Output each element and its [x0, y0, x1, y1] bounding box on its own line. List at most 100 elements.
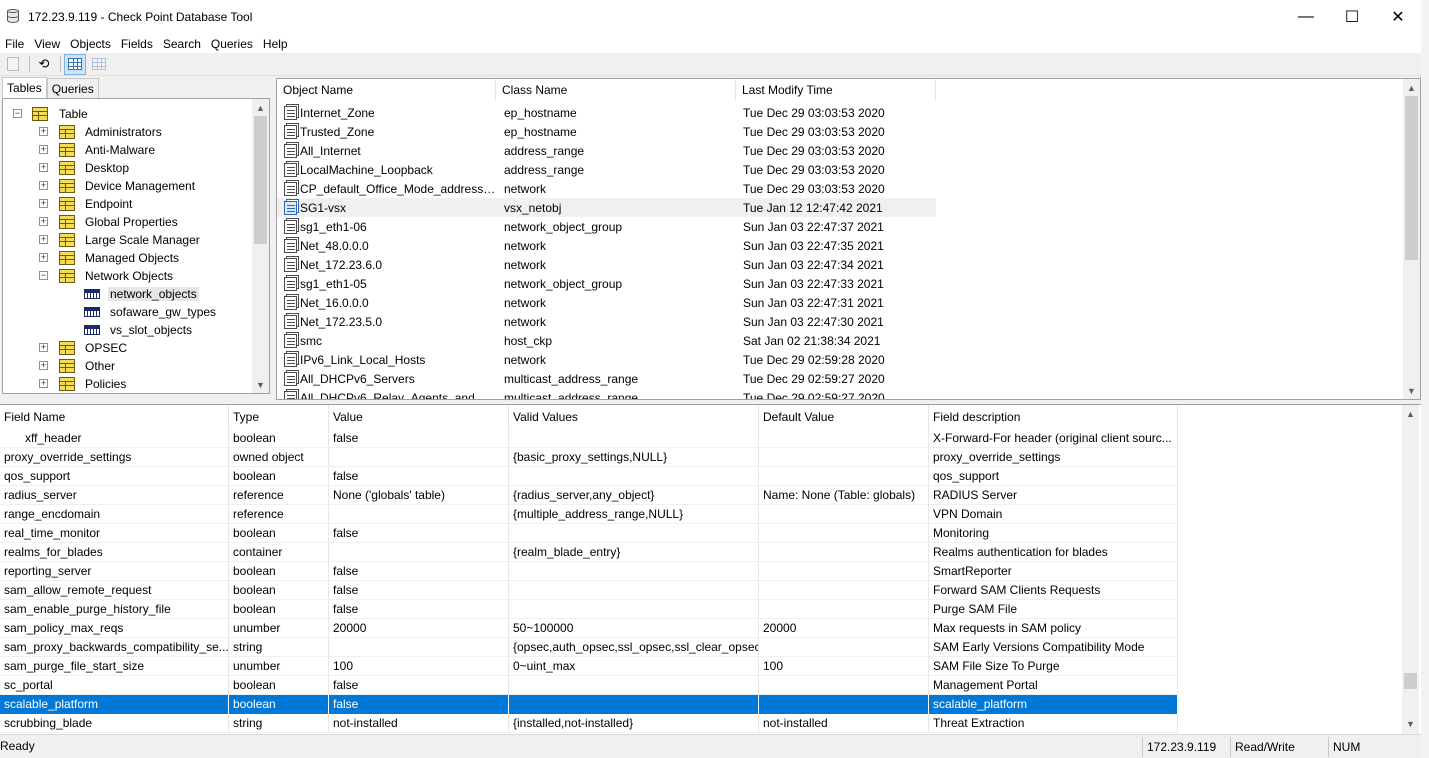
expand-icon[interactable]: + — [39, 127, 48, 136]
table-row[interactable]: sg1_eth1-05 network_object_group Sun Jan 0… — [277, 274, 936, 293]
table-row[interactable]: All_DHCPv6_Servers multicast_address_rang… — [277, 369, 936, 388]
col-value[interactable]: Value — [329, 405, 509, 429]
table-row[interactable]: Net_48.0.0.0 network Sun Jan 03 22:47:35 2… — [277, 236, 936, 255]
col-object-name[interactable]: Object Name — [277, 79, 496, 101]
table-row[interactable]: realms_for_blades container {realm_blade_e… — [0, 542, 1178, 562]
tree-item[interactable]: sofaware_gw_types — [3, 303, 251, 321]
expand-icon[interactable]: + — [39, 181, 48, 190]
table-row[interactable]: All_DHCPv6_Relay_Agents_and_Ser... multic… — [277, 388, 936, 399]
scroll-up-icon[interactable]: ▲ — [252, 99, 269, 116]
scroll-down-icon[interactable]: ▼ — [1403, 382, 1420, 399]
expand-icon[interactable]: + — [39, 217, 48, 226]
col-valid-values[interactable]: Valid Values — [509, 405, 759, 429]
alt-grid-view-button[interactable] — [88, 54, 110, 75]
menu-objects[interactable]: Objects — [68, 37, 119, 51]
tree-item[interactable]: + Policies — [3, 375, 251, 393]
table-row[interactable]: sam_enable_purge_history_file boolean fals… — [0, 599, 1178, 619]
table-row[interactable]: sg1_eth1-06 network_object_group Sun Jan 0… — [277, 217, 936, 236]
scroll-thumb[interactable] — [1404, 673, 1417, 689]
table-row[interactable]: real_time_monitor boolean false Monitoring — [0, 523, 1178, 543]
col-field-description[interactable]: Field description — [929, 405, 1178, 429]
scroll-up-icon[interactable]: ▲ — [1402, 405, 1419, 422]
tab-tables[interactable]: Tables — [2, 77, 47, 98]
menu-file[interactable]: File — [3, 37, 32, 51]
table-row[interactable]: radius_server reference None ('globals' ta… — [0, 485, 1178, 505]
table-row[interactable]: scalable_platform boolean false scalable_pl… — [0, 694, 1178, 714]
tree-item[interactable]: vs_slot_objects — [3, 321, 251, 339]
expand-icon[interactable]: + — [39, 379, 48, 388]
table-row[interactable]: scrubbing_blade string not-installed {insta… — [0, 713, 1178, 733]
minimize-button[interactable]: — — [1283, 0, 1329, 34]
table-row[interactable]: CP_default_Office_Mode_addresses... netwo… — [277, 179, 936, 198]
table-row[interactable]: SG1-vsx vsx_netobj Tue Jan 12 12:47:42 202… — [277, 198, 936, 217]
table-row[interactable]: proxy_override_settings owned object {basi… — [0, 447, 1178, 467]
expand-icon[interactable]: + — [39, 253, 48, 262]
col-class-name[interactable]: Class Name — [496, 79, 736, 101]
tree-item[interactable]: + Endpoint — [3, 195, 251, 213]
table-row[interactable]: sc_portal boolean false Management Portal — [0, 675, 1178, 695]
col-last-modify-time[interactable]: Last Modify Time — [736, 79, 936, 101]
tree-scrollbar[interactable]: ▲ ▼ — [252, 99, 269, 393]
table-row[interactable]: xff_header boolean false X-Forward-For head… — [0, 428, 1178, 448]
collapse-icon[interactable]: − — [13, 109, 22, 118]
class-name: network — [504, 295, 547, 310]
refresh-button[interactable]: ⟲ — [33, 54, 55, 75]
table-row[interactable]: Net_172.23.6.0 network Sun Jan 03 22:47:34… — [277, 255, 936, 274]
tree-item[interactable]: + Administrators — [3, 123, 251, 141]
col-default-value[interactable]: Default Value — [759, 405, 929, 429]
menu-queries[interactable]: Queries — [209, 37, 261, 51]
menu-search[interactable]: Search — [161, 37, 209, 51]
tree-item[interactable]: network_objects — [3, 285, 251, 303]
table-row[interactable]: range_encdomain reference {multiple_addres… — [0, 504, 1178, 524]
menu-help[interactable]: Help — [261, 37, 296, 51]
table-row[interactable]: qos_support boolean false qos_support — [0, 466, 1178, 486]
scroll-up-icon[interactable]: ▲ — [1403, 79, 1420, 96]
table-row[interactable]: Trusted_Zone ep_hostname Tue Dec 29 03:03:… — [277, 122, 936, 141]
tree-item[interactable]: − Network Objects — [3, 267, 251, 285]
scroll-down-icon[interactable]: ▼ — [1402, 715, 1419, 732]
expand-icon[interactable]: + — [39, 343, 48, 352]
grid-view-button[interactable] — [64, 53, 86, 75]
scroll-thumb[interactable] — [254, 116, 267, 244]
tree-item[interactable]: + Global Properties — [3, 213, 251, 231]
copy-doc-button[interactable] — [2, 54, 24, 75]
table-row[interactable]: reporting_server boolean false SmartReporte… — [0, 561, 1178, 581]
collapse-icon[interactable]: − — [39, 271, 48, 280]
table-row[interactable]: sam_proxy_backwards_compatibility_se... s… — [0, 637, 1178, 657]
tab-queries[interactable]: Queries — [46, 78, 99, 98]
maximize-button[interactable]: ☐ — [1329, 0, 1375, 34]
table-row[interactable]: All_Internet address_range Tue Dec 29 03:0… — [277, 141, 936, 160]
col-field-name[interactable]: Field Name — [0, 405, 229, 429]
table-row[interactable]: sam_purge_file_start_size unumber 100 0~uin… — [0, 656, 1178, 676]
tree-item[interactable]: + Device Management — [3, 177, 251, 195]
object-list-scrollbar[interactable]: ▲ ▼ — [1403, 79, 1420, 399]
field-grid-scrollbar[interactable]: ▲ ▼ — [1402, 405, 1419, 734]
tree-item[interactable]: + Desktop — [3, 159, 251, 177]
table-row[interactable]: sam_policy_max_reqs unumber 20000 50~100000… — [0, 618, 1178, 638]
table-row[interactable]: smc host_ckp Sat Jan 02 21:38:34 2021 — [277, 331, 936, 350]
col-type[interactable]: Type — [229, 405, 329, 429]
table-row[interactable]: LocalMachine_Loopback address_range Tue De… — [277, 160, 936, 179]
tree-item[interactable]: + Managed Objects — [3, 249, 251, 267]
table-row[interactable]: Net_16.0.0.0 network Sun Jan 03 22:47:31 2… — [277, 293, 936, 312]
expand-icon[interactable]: + — [39, 361, 48, 370]
tree-item[interactable]: + Other — [3, 357, 251, 375]
tree-item[interactable]: + Large Scale Manager — [3, 231, 251, 249]
expand-icon[interactable]: + — [39, 235, 48, 244]
table-row[interactable]: Internet_Zone ep_hostname Tue Dec 29 03:03… — [277, 103, 936, 122]
expand-icon[interactable]: + — [39, 199, 48, 208]
tree-item[interactable]: + Anti-Malware — [3, 141, 251, 159]
menu-fields[interactable]: Fields — [119, 37, 161, 51]
close-button[interactable]: ✕ — [1375, 0, 1421, 34]
table-row[interactable]: IPv6_Link_Local_Hosts network Tue Dec 29 0… — [277, 350, 936, 369]
expand-icon[interactable]: + — [39, 163, 48, 172]
scroll-down-icon[interactable]: ▼ — [252, 376, 269, 393]
table-row[interactable]: Net_172.23.5.0 network Sun Jan 03 22:47:30… — [277, 312, 936, 331]
scroll-thumb[interactable] — [1405, 96, 1418, 260]
menu-view[interactable]: View — [32, 37, 68, 51]
expand-icon[interactable]: + — [39, 145, 48, 154]
tree-root[interactable]: − Table — [3, 105, 251, 123]
table-row[interactable]: sam_allow_remote_request boolean false Forw… — [0, 580, 1178, 600]
field-valid-values — [509, 580, 759, 600]
tree-item[interactable]: + OPSEC — [3, 339, 251, 357]
